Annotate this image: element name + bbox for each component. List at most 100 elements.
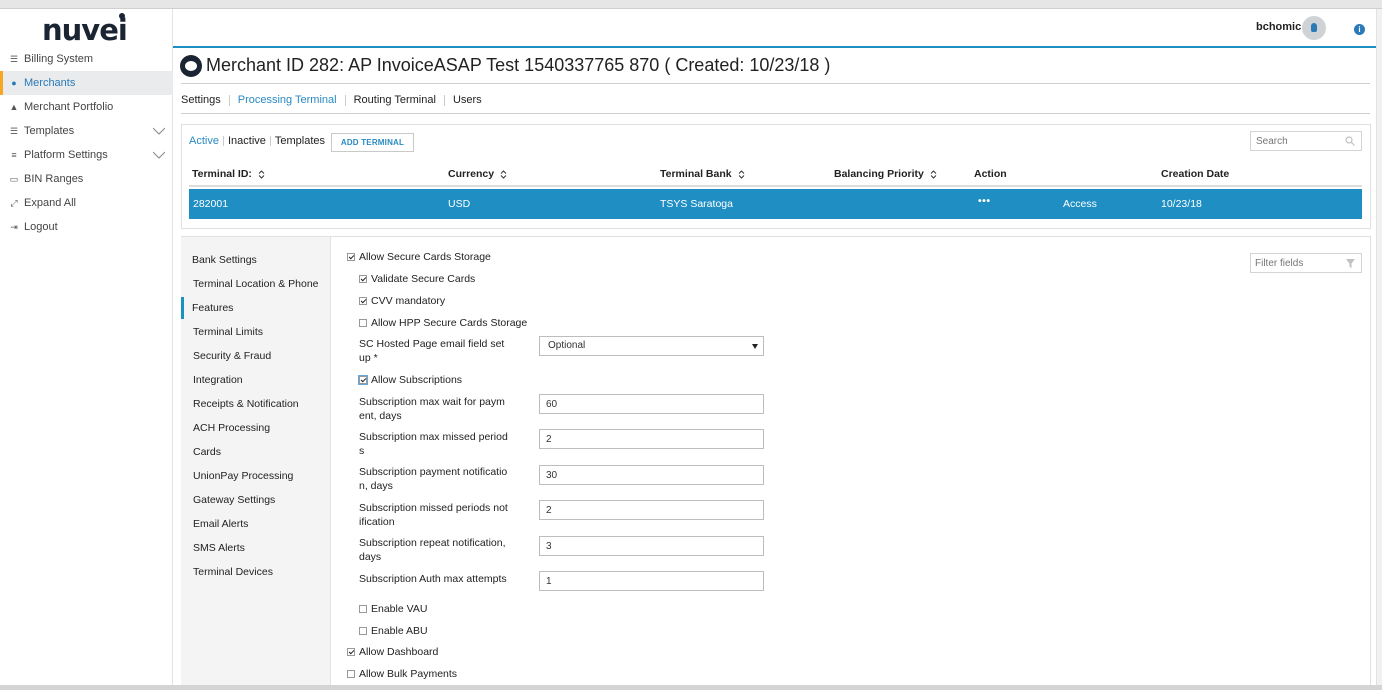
allow-bulk-payments-checkbox[interactable] bbox=[347, 670, 355, 678]
tab-processing-terminal[interactable]: Processing Terminal bbox=[238, 94, 337, 106]
tabs-divider bbox=[181, 113, 1370, 114]
sidebar-item-label: Merchant Portfolio bbox=[24, 101, 114, 113]
merchant-tabs: Settings Processing Terminal Routing Ter… bbox=[181, 92, 482, 108]
checkbox-label: Allow Bulk Payments bbox=[359, 668, 458, 680]
settings-nav-terminal-devices[interactable]: Terminal Devices bbox=[193, 566, 273, 578]
settings-nav-integration[interactable]: Integration bbox=[193, 374, 243, 386]
sort-icon[interactable] bbox=[258, 170, 265, 179]
cell-creation-date: 10/23/18 bbox=[1161, 198, 1202, 210]
allow-secure-cards-storage: Allow Secure Cards Storage bbox=[347, 251, 491, 263]
settings-nav-sms-alerts[interactable]: SMS Alerts bbox=[193, 542, 245, 554]
column-header-terminal-id[interactable]: Terminal ID: bbox=[192, 168, 265, 180]
sub-max-wait-input[interactable] bbox=[539, 394, 764, 414]
allow-subscriptions-checkbox[interactable] bbox=[358, 375, 368, 385]
settings-nav-security-fraud[interactable]: Security & Fraud bbox=[193, 350, 271, 362]
cell-terminal-bank: TSYS Saratoga bbox=[660, 198, 733, 210]
enable-vau: Enable VAU bbox=[359, 603, 427, 615]
allow-hpp-secure-cards-storage-checkbox[interactable] bbox=[359, 319, 367, 327]
tab-users[interactable]: Users bbox=[453, 94, 482, 106]
user-portfolio-icon: ▲ bbox=[9, 102, 19, 112]
column-header-label: Terminal Bank bbox=[660, 168, 732, 180]
validate-secure-cards-checkbox[interactable] bbox=[359, 275, 367, 283]
filter-icon[interactable] bbox=[1346, 259, 1355, 268]
tab-separator bbox=[228, 94, 230, 106]
enable-vau-checkbox[interactable] bbox=[359, 605, 367, 613]
sub-max-missed-label: Subscription max missed periods bbox=[359, 431, 508, 457]
sub-max-missed-input[interactable] bbox=[539, 429, 764, 449]
avatar[interactable] bbox=[1302, 16, 1326, 40]
filter-active[interactable]: Active bbox=[189, 135, 219, 147]
allow-secure-cards-storage-checkbox[interactable] bbox=[347, 253, 355, 261]
settings-nav-cards[interactable]: Cards bbox=[193, 446, 221, 458]
caret-down-icon bbox=[752, 344, 758, 349]
table-row[interactable]: 282001 USD TSYS Saratoga ••• Access 10/2… bbox=[189, 189, 1362, 219]
vertical-scrollbar[interactable] bbox=[1376, 9, 1382, 685]
sidebar-item-merchant-portfolio[interactable]: ▲ Merchant Portfolio bbox=[0, 95, 173, 119]
sidebar-item-platform-settings[interactable]: ≡ Platform Settings bbox=[0, 143, 173, 167]
browser-top-strip bbox=[0, 0, 1382, 9]
list-icon: ☰ bbox=[9, 54, 19, 64]
list-icon: ☰ bbox=[9, 126, 19, 136]
column-header-balancing-priority[interactable]: Balancing Priority bbox=[834, 168, 937, 180]
username[interactable]: bchomic bbox=[1256, 21, 1301, 33]
tab-settings[interactable]: Settings bbox=[181, 94, 221, 106]
nuvei-logo[interactable]: nuvei bbox=[42, 13, 128, 47]
sub-payment-notification-input[interactable] bbox=[539, 465, 764, 485]
settings-nav-terminal-limits[interactable]: Terminal Limits bbox=[193, 326, 263, 338]
column-header-currency[interactable]: Currency bbox=[448, 168, 507, 180]
settings-nav-terminal-location[interactable]: Terminal Location & Phone bbox=[193, 278, 319, 290]
checkbox-label: Allow Secure Cards Storage bbox=[359, 251, 491, 263]
sub-payment-notification-label: Subscription payment notification, days bbox=[359, 466, 508, 492]
sidebar-item-templates[interactable]: ☰ Templates bbox=[0, 119, 173, 143]
sidebar-item-logout[interactable]: ⇥ Logout bbox=[0, 215, 173, 239]
settings-nav-gateway-settings[interactable]: Gateway Settings bbox=[193, 494, 275, 506]
logo-dot bbox=[119, 13, 125, 19]
sidebar-item-bin-ranges[interactable]: ▭ BIN Ranges bbox=[0, 167, 173, 191]
cell-action-access[interactable]: Access bbox=[1063, 198, 1097, 210]
settings-nav-bank-settings[interactable]: Bank Settings bbox=[192, 254, 257, 266]
filter-separator bbox=[269, 136, 271, 146]
chevron-down-icon[interactable] bbox=[153, 125, 165, 137]
filter-inactive[interactable]: Inactive bbox=[228, 135, 266, 147]
merchant-icon bbox=[180, 55, 202, 77]
search-input[interactable] bbox=[1251, 132, 1341, 150]
add-terminal-button[interactable]: ADD TERMINAL bbox=[331, 133, 414, 152]
column-header-label: Terminal ID: bbox=[192, 168, 252, 180]
allow-dashboard-checkbox[interactable] bbox=[347, 648, 355, 656]
column-header-action: Action bbox=[974, 168, 1007, 180]
column-header-terminal-bank[interactable]: Terminal Bank bbox=[660, 168, 745, 180]
checkbox-label: Allow Subscriptions bbox=[371, 374, 463, 386]
sort-icon[interactable] bbox=[930, 170, 937, 179]
chevron-down-icon[interactable] bbox=[153, 149, 165, 161]
validate-secure-cards: Validate Secure Cards bbox=[359, 273, 475, 285]
enable-abu-checkbox[interactable] bbox=[359, 627, 367, 635]
cvv-mandatory-checkbox[interactable] bbox=[359, 297, 367, 305]
sidebar-item-expand-all[interactable]: ⤢ Expand All bbox=[0, 191, 173, 215]
sort-icon[interactable] bbox=[738, 170, 745, 179]
settings-nav-receipts-notification[interactable]: Receipts & Notification bbox=[193, 398, 299, 410]
settings-nav-unionpay[interactable]: UnionPay Processing bbox=[193, 470, 293, 482]
sidebar: nuvei ☰ Billing System ● Merchants ▲ Mer… bbox=[0, 9, 173, 685]
sidebar-item-merchants[interactable]: ● Merchants bbox=[0, 71, 173, 95]
filter-fields-input[interactable] bbox=[1251, 254, 1341, 272]
terminal-filters: Active Inactive Templates bbox=[189, 135, 325, 147]
settings-nav-email-alerts[interactable]: Email Alerts bbox=[193, 518, 248, 530]
sidebar-item-billing-system[interactable]: ☰ Billing System bbox=[0, 47, 173, 71]
settings-nav-features[interactable]: Features bbox=[192, 302, 233, 314]
sub-missed-notification-input[interactable] bbox=[539, 500, 764, 520]
search-icon[interactable] bbox=[1345, 136, 1355, 146]
settings-nav-ach-processing[interactable]: ACH Processing bbox=[193, 422, 270, 434]
sub-repeat-notification-label: Subscription repeat notification, days bbox=[359, 537, 506, 563]
sidebar-item-label: Billing System bbox=[24, 53, 94, 65]
info-icon[interactable]: i bbox=[1354, 24, 1365, 35]
sc-hosted-email-select[interactable]: Optional bbox=[539, 336, 764, 356]
filter-templates[interactable]: Templates bbox=[275, 135, 325, 147]
allow-bulk-payments: Allow Bulk Payments bbox=[347, 668, 457, 680]
sub-repeat-notification-input[interactable] bbox=[539, 536, 764, 556]
tab-routing-terminal[interactable]: Routing Terminal bbox=[354, 94, 436, 106]
more-actions-icon[interactable]: ••• bbox=[978, 195, 991, 207]
card-icon: ▭ bbox=[9, 174, 19, 184]
sort-icon[interactable] bbox=[500, 170, 507, 179]
sliders-icon: ≡ bbox=[11, 150, 17, 160]
sub-auth-max-attempts-input[interactable] bbox=[539, 571, 764, 591]
